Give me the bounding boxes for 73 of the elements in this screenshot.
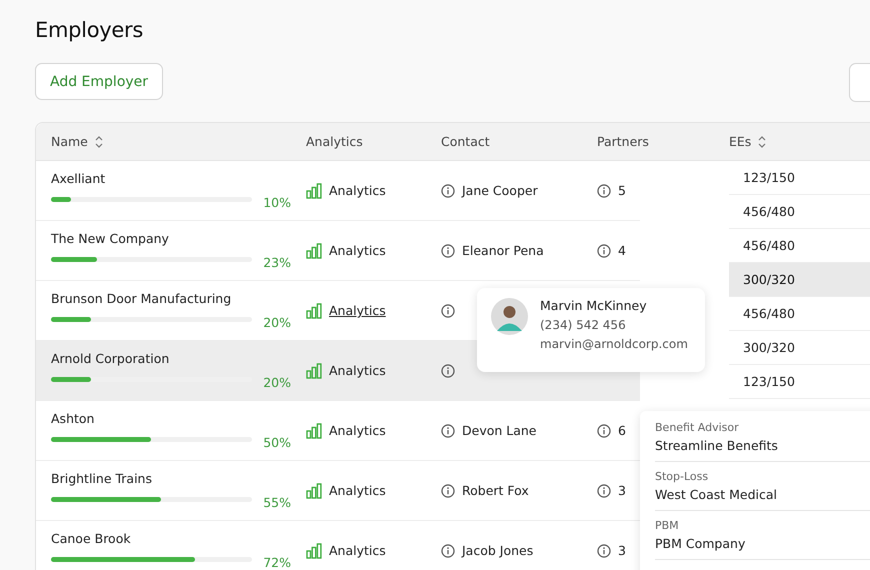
employer-name: Brightline Trains (51, 471, 153, 486)
info-icon[interactable] (597, 184, 611, 198)
partner-type: Benefit Advisor (655, 421, 740, 434)
partner-count: 4 (618, 243, 626, 258)
employer-name: Arnold Corporation (51, 351, 170, 366)
column-header: Analytics (306, 134, 364, 149)
info-icon[interactable] (597, 244, 611, 258)
phone-number: (234) 542 456 (540, 318, 627, 332)
avatar-icon (491, 298, 528, 335)
partner-type: PBM (655, 519, 680, 532)
table-row[interactable]: Axelliant 10% Analytics Jane Cooper 5 (36, 161, 640, 221)
percent-text: 55% (262, 495, 291, 510)
info-icon[interactable] (441, 424, 455, 438)
bar-chart-icon (306, 422, 322, 438)
info-icon[interactable] (441, 364, 455, 378)
column-header[interactable]: EEs (729, 134, 870, 149)
percent-text: 50% (262, 435, 291, 450)
info-icon[interactable] (597, 424, 611, 438)
table-row[interactable]: Brightline Trains 55% Analytics Robert Fox 3 (36, 461, 640, 521)
contact-name: Eleanor Pena (462, 243, 544, 258)
employer-name: Ashton (51, 411, 96, 426)
column-header: Contact (441, 134, 491, 149)
bar-chart-icon (306, 362, 322, 378)
employer-name: Axelliant (51, 171, 106, 186)
analytics-link[interactable]: Analytics (329, 243, 386, 258)
bar-chart-icon (306, 242, 322, 258)
contact-name: Jane Cooper (462, 183, 538, 198)
percent-text: 72% (262, 555, 291, 570)
add-employer-button[interactable]: Add Employer (35, 63, 164, 100)
analytics-link[interactable]: Analytics (329, 183, 386, 198)
page-title: Employers (35, 18, 144, 42)
analytics-link[interactable]: Analytics (329, 483, 386, 498)
partner-name: PBM Company (655, 536, 746, 551)
partner-name: Streamline Benefits (655, 438, 779, 453)
contact-name: Devon Lane (462, 423, 536, 438)
bar-chart-icon (306, 542, 322, 558)
percent-text: 23% (262, 255, 291, 270)
partner-type: Stop-Loss (655, 470, 710, 483)
bar-chart-icon (306, 182, 322, 198)
partner-count: 3 (618, 543, 626, 558)
info-icon[interactable] (441, 484, 455, 498)
column-header: Partners (597, 134, 650, 149)
info-icon[interactable] (597, 484, 611, 498)
analytics-link[interactable]: Analytics (329, 303, 386, 318)
table-row[interactable]: Ashton 50% Analytics Devon Lane 6 (36, 401, 640, 461)
sort-icon[interactable] (94, 134, 104, 148)
partner-name: West Coast Medical (655, 487, 778, 502)
employer-name: The New Company (51, 231, 170, 246)
analytics-link[interactable]: Analytics (329, 363, 386, 378)
partner-count: 3 (618, 483, 626, 498)
column-header[interactable]: Name (36, 134, 306, 149)
employer-name: Canoe Brook (51, 531, 132, 546)
contact-name: Robert Fox (462, 483, 529, 498)
analytics-link[interactable]: Analytics (329, 423, 386, 438)
info-icon[interactable] (441, 304, 455, 318)
contact-name: Jacob Jones (462, 543, 534, 558)
bar-chart-icon (306, 302, 322, 318)
employer-name: Brunson Door Manufacturing (51, 291, 232, 306)
percent-text: 20% (262, 315, 291, 330)
percent-text: 10% (262, 195, 291, 210)
analytics-link[interactable]: Analytics (329, 543, 386, 558)
info-icon[interactable] (597, 544, 611, 558)
ees-cell: 300/320 (729, 263, 870, 297)
percent-text: 20% (262, 375, 291, 390)
table-row[interactable]: The New Company 23% Analytics Eleanor Pena 4 (36, 221, 640, 281)
sort-icon[interactable] (757, 134, 768, 148)
table-row[interactable]: Canoe Brook 72% Analytics Jacob Jones 3 (36, 521, 640, 570)
bar-chart-icon (306, 482, 322, 498)
info-icon[interactable] (441, 184, 455, 198)
info-icon[interactable] (441, 544, 455, 558)
partner-count: 6 (618, 423, 626, 438)
partner-count: 5 (618, 183, 626, 198)
info-icon[interactable] (441, 244, 455, 258)
